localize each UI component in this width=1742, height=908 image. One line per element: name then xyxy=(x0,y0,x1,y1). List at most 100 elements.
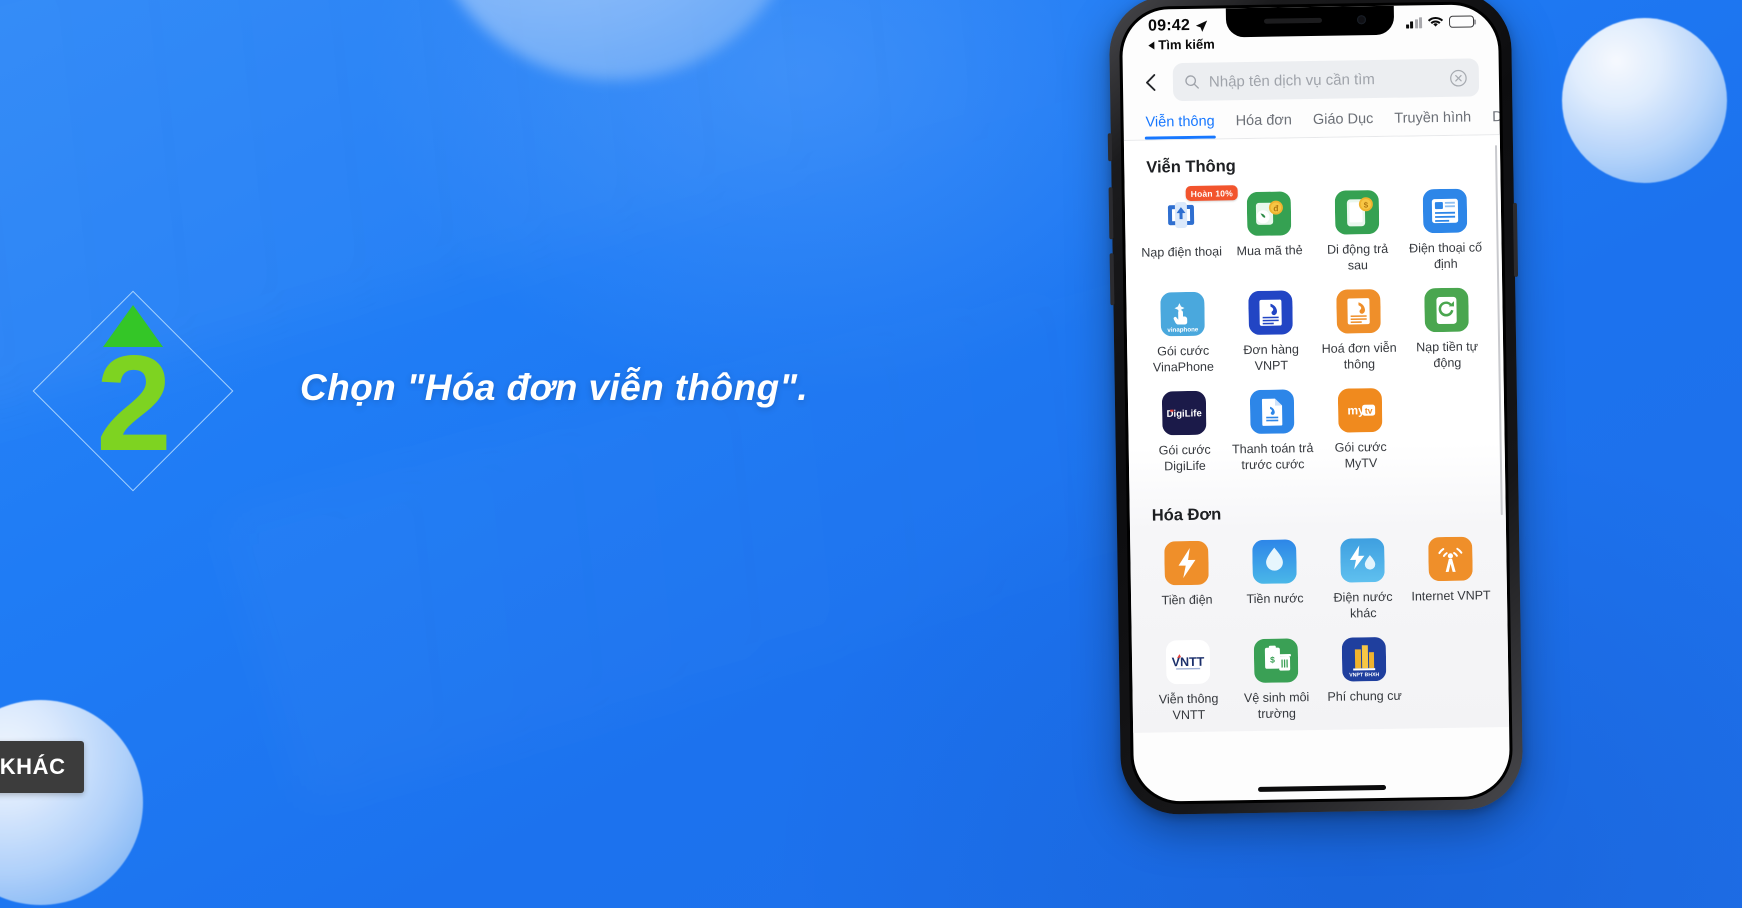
service-grid: Hoàn 10% Nạp điện thoại đ Mua mã thẻ $ Di độn… xyxy=(1124,172,1505,489)
service-item-label: Điện nước khác xyxy=(1333,589,1393,621)
telecom-bill-icon xyxy=(1336,289,1381,334)
buy-phone-card-icon: đ xyxy=(1246,191,1292,236)
tab-3[interactable]: Truyền hình xyxy=(1394,110,1471,136)
tab-1[interactable]: Hóa đơn xyxy=(1236,112,1293,138)
step-caption: Chọn "Hóa đơn viễn thông". xyxy=(300,367,809,408)
battery-low-power-icon xyxy=(1448,15,1475,28)
service-item-label: Nạp điện thoại xyxy=(1141,244,1223,260)
service-item[interactable]: Đơn hàng VNPT xyxy=(1226,286,1315,382)
service-item[interactable]: Tiền điện xyxy=(1142,536,1231,632)
vinaphone-plan-icon: vinaphone xyxy=(1160,291,1205,337)
prepaid-payment-icon xyxy=(1249,389,1295,434)
service-item-label: Thanh toán trả trước cước xyxy=(1231,441,1314,473)
service-item[interactable]: Hoàn 10% Nạp điện thoại xyxy=(1137,185,1239,284)
svg-text:đ: đ xyxy=(1273,203,1279,213)
internet-vnpt-icon xyxy=(1428,536,1473,582)
status-bar-right xyxy=(1405,15,1475,29)
service-item-label: Gói cước MyTV xyxy=(1334,439,1387,471)
back-triangle-icon xyxy=(1148,40,1155,50)
promo-badge: Hoàn 10% xyxy=(1185,185,1239,202)
search-input[interactable]: Nhập tên dịch vụ cần tìm xyxy=(1172,58,1480,102)
volume-up-button[interactable] xyxy=(1108,187,1114,240)
mute-switch[interactable] xyxy=(1107,133,1113,162)
service-item[interactable]: Tiền nước xyxy=(1230,535,1319,631)
service-item-label: Tiền nước xyxy=(1246,591,1304,607)
service-item-label: Gói cước DigiLife xyxy=(1158,442,1211,474)
service-item[interactable]: Nạp tiền tự động xyxy=(1402,283,1491,379)
service-item[interactable]: Hoá đơn viễn thông xyxy=(1314,285,1403,381)
other-utility-bill-icon xyxy=(1340,538,1385,583)
service-item[interactable]: VNPT BHXH Phí chung cư xyxy=(1320,633,1409,729)
auto-topup-icon xyxy=(1424,287,1469,333)
service-item-label: Gói cước VinaPhone xyxy=(1152,343,1214,375)
service-item[interactable]: VNTT Viễn thông VNTT xyxy=(1144,635,1233,731)
more-videos-button[interactable]: EO KHÁC xyxy=(0,741,84,793)
service-item-label: Nạp tiền tự động xyxy=(1416,339,1479,371)
service-item-label: Đơn hàng VNPT xyxy=(1243,342,1299,373)
service-item[interactable]: Điện nước khác xyxy=(1318,534,1407,630)
home-indicator[interactable] xyxy=(1258,784,1387,792)
svg-text:vinaphone: vinaphone xyxy=(1167,326,1199,333)
section-title: Hóa Đơn xyxy=(1151,505,1222,525)
phone-screen: 09:42 Tìm kiếm Nhập tên dịch vụ cần tìm … xyxy=(1121,4,1511,802)
cellular-signal-icon xyxy=(1405,16,1423,29)
status-bar-left: 09:42 xyxy=(1148,17,1208,36)
service-item[interactable]: Điện thoại cố định xyxy=(1401,184,1490,280)
service-item-label: Viễn thông VNTT xyxy=(1158,691,1219,723)
service-list[interactable]: Viễn Thông Hoàn 10% Nạp điện thoại đ Mua mã … xyxy=(1123,135,1510,733)
service-item[interactable]: $ Vệ sinh môi trường xyxy=(1232,634,1321,730)
electricity-bill-icon xyxy=(1164,540,1209,586)
svg-text:VNTT: VNTT xyxy=(1172,655,1205,670)
svg-text:$: $ xyxy=(1364,201,1369,210)
vnpt-order-icon xyxy=(1248,290,1293,335)
svg-text:tv: tv xyxy=(1365,406,1373,416)
sanitation-bill-icon: $ xyxy=(1253,638,1299,683)
service-item-label: Hoá đơn viễn thông xyxy=(1321,340,1397,372)
service-grid: Tiền điện Tiền nước Điện nước khác Internet… xyxy=(1130,520,1509,733)
service-item[interactable]: DigiLife Gói cước DigiLife xyxy=(1140,386,1229,482)
postpaid-mobile-icon: $ xyxy=(1334,190,1380,235)
apartment-fee-icon: VNPT BHXH xyxy=(1341,637,1387,682)
volume-down-button[interactable] xyxy=(1109,253,1115,306)
phone-mockup: 09:42 Tìm kiếm Nhập tên dịch vụ cần tìm … xyxy=(1107,0,1524,816)
step-number: 2 xyxy=(96,327,172,479)
service-item-label: Điện thoại cố định xyxy=(1408,240,1483,272)
tab-4[interactable]: Di chuyển xyxy=(1492,108,1500,134)
step-badge: 2 xyxy=(32,290,234,492)
service-item-label: Phí chung cư xyxy=(1327,688,1402,704)
service-item-label: Internet VNPT xyxy=(1411,588,1491,604)
digilife-plan-icon: DigiLife xyxy=(1161,390,1207,436)
service-item-label: Tiền điện xyxy=(1161,592,1213,608)
service-item[interactable]: Internet VNPT xyxy=(1406,532,1495,628)
phone-topup-icon: Hoàn 10% xyxy=(1158,185,1239,238)
service-item[interactable]: $ Di động trả sau xyxy=(1313,186,1402,282)
section-title: Viễn Thông xyxy=(1146,157,1236,177)
status-time: 09:42 xyxy=(1147,16,1191,35)
svg-text:VNPT BHXH: VNPT BHXH xyxy=(1349,672,1379,678)
wifi-icon xyxy=(1427,16,1444,27)
tab-2[interactable]: Giáo Dục xyxy=(1313,111,1374,137)
chevron-left-icon[interactable] xyxy=(1139,70,1163,94)
return-label: Tìm kiếm xyxy=(1158,36,1215,53)
location-arrow-icon xyxy=(1195,19,1208,32)
search-placeholder: Nhập tên dịch vụ cần tìm xyxy=(1208,70,1375,91)
landline-icon xyxy=(1422,188,1468,234)
service-item-label: Di động trả sau xyxy=(1326,241,1389,273)
decorative-sphere-bottom-left xyxy=(0,700,143,905)
service-item[interactable]: vinaphone Gói cước VinaPhone xyxy=(1138,287,1227,383)
service-item[interactable]: đ Mua mã thẻ xyxy=(1225,187,1314,283)
decorative-sphere-right xyxy=(1562,18,1727,183)
clear-circle-icon[interactable] xyxy=(1449,68,1468,87)
service-item[interactable]: Thanh toán trả trước cước xyxy=(1228,385,1317,481)
service-item-label: Mua mã thẻ xyxy=(1236,243,1303,259)
search-bar-row: Nhập tên dịch vụ cần tìm xyxy=(1122,47,1499,113)
water-bill-icon xyxy=(1252,539,1297,584)
phone-bezel: 09:42 Tìm kiếm Nhập tên dịch vụ cần tìm … xyxy=(1118,1,1514,805)
search-icon xyxy=(1185,75,1199,89)
svg-text:$: $ xyxy=(1270,655,1275,665)
mytv-plan-icon: my tv xyxy=(1337,388,1383,433)
tab-0[interactable]: Viễn thông xyxy=(1145,114,1214,140)
vntt-telecom-icon: VNTT xyxy=(1165,639,1211,685)
service-item[interactable]: my tv Gói cước MyTV xyxy=(1316,384,1405,480)
service-item-label: Vệ sinh môi trường xyxy=(1243,690,1310,721)
